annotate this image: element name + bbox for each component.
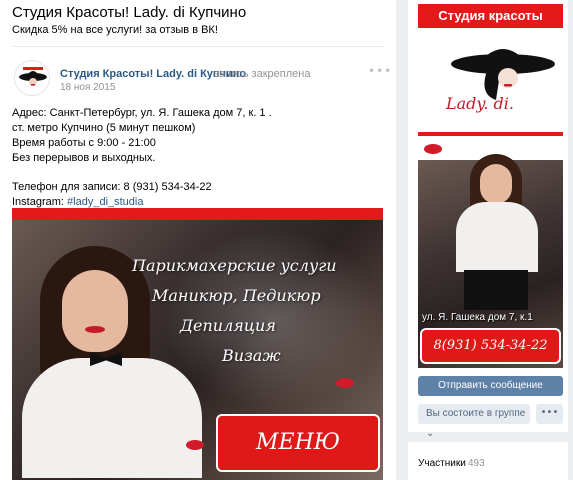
promo-line: Маникюр, Педикюр — [152, 286, 321, 305]
membership-dropdown[interactable]: Вы состоите в группе ⌄ — [418, 404, 530, 439]
banner-header-bar: Студия красоты — [418, 4, 563, 28]
banner-woman-skirt — [464, 270, 528, 310]
post-avatar[interactable] — [14, 60, 50, 96]
woman-lips — [85, 326, 105, 333]
hashtag-link[interactable]: #lady_di_studia — [67, 196, 143, 208]
post-date[interactable]: 18 ноя 2015 — [60, 82, 115, 93]
woman-face — [62, 270, 128, 352]
pinned-label: запись закреплена — [214, 68, 311, 80]
banner-woman-face — [480, 164, 512, 204]
image-top-bar — [12, 208, 383, 220]
lips-icon — [186, 440, 204, 450]
post-line: Без перерывов и выходных. — [12, 152, 156, 164]
post-gap — [12, 166, 382, 180]
banner-header: Студия красоты — [438, 8, 543, 23]
group-status: Скидка 5% на все услуги! за отзыв в ВК! — [12, 24, 218, 36]
promo-line: Депиляция — [180, 316, 276, 335]
menu-button-label: МЕНЮ — [255, 430, 341, 455]
promo-line: Визаж — [222, 346, 281, 365]
post-line: Адрес: Санкт-Петербург, ул. Я. Гашека до… — [12, 107, 272, 119]
banner-phone-box: 8(931) 534-34-22 — [420, 328, 561, 364]
post-text: Адрес: Санкт-Петербург, ул. Я. Гашека до… — [12, 106, 382, 210]
send-message-button[interactable]: Отправить сообщение — [418, 376, 563, 396]
more-actions-button[interactable]: ••• — [536, 404, 563, 424]
group-title: Студия Красоты! Lady. di Купчино — [12, 4, 247, 21]
main-column: Студия Красоты! Lady. di Купчино Скидка … — [0, 0, 396, 480]
divider — [12, 46, 384, 47]
brand-logo: Lady. di. — [446, 94, 514, 113]
banner-red-line — [418, 132, 563, 136]
members-label: Участники — [418, 458, 466, 469]
banner-phone: 8(931) 534-34-22 — [433, 338, 548, 353]
woman-shirt — [22, 358, 202, 478]
phone-line: Телефон для записи: 8 (931) 534-34-22 — [12, 181, 212, 193]
lips-icon — [424, 144, 442, 154]
menu-button[interactable]: МЕНЮ — [216, 414, 380, 472]
lips-icon — [336, 378, 354, 388]
members-block[interactable]: Участники 493 — [408, 442, 568, 480]
promo-line: Парикмахерские услуги — [132, 256, 337, 275]
post-line: Время работы с 9:00 - 21:00 — [12, 137, 156, 149]
members-count: 493 — [468, 458, 485, 469]
group-banner[interactable]: Студия красоты Lady. di. ул. Я. Гашека д… — [418, 4, 563, 368]
post-image[interactable]: Парикмахерские услуги Маникюр, Педикюр Д… — [12, 208, 383, 480]
instagram-label: Instagram: — [12, 196, 68, 208]
post-line: ст. метро Купчино (5 минут пешком) — [12, 122, 196, 134]
hat-logo-icon — [19, 67, 47, 86]
post-more-icon[interactable]: ••• — [368, 64, 392, 78]
banner-address: ул. Я. Гашека дом 7, к.1 — [422, 312, 533, 323]
sidebar-card: Студия красоты Lady. di. ул. Я. Гашека д… — [408, 0, 568, 439]
banner-woman-shirt — [456, 202, 538, 272]
